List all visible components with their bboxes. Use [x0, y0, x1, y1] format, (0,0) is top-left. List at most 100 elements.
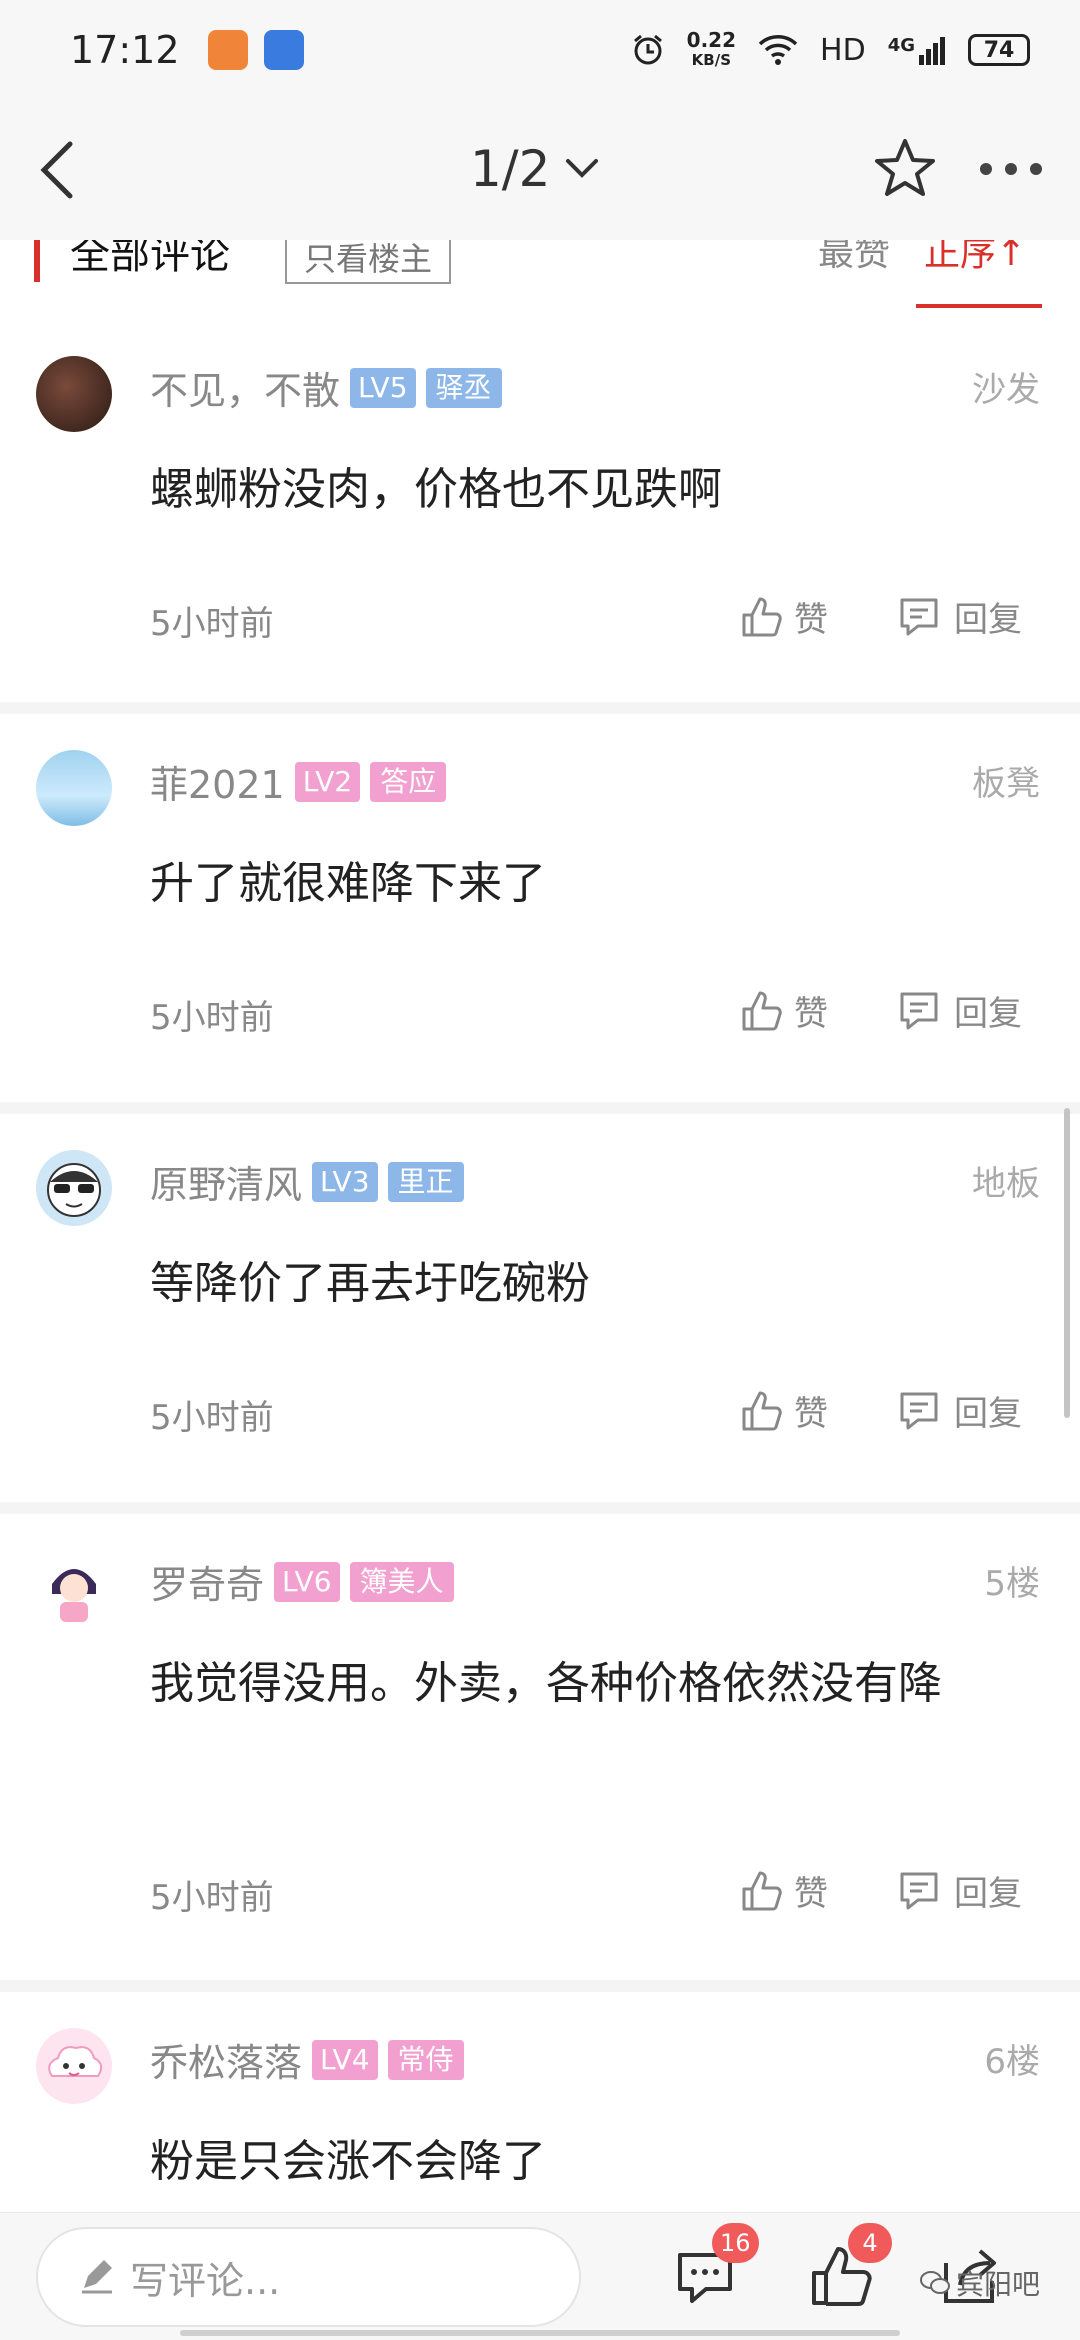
avatar-sunglasses-face: [47, 1163, 101, 1217]
page-selector[interactable]: 1/2: [470, 140, 600, 198]
username[interactable]: 罗奇奇: [150, 1554, 264, 1609]
like-button[interactable]: 赞: [740, 986, 828, 1035]
comment-time: 5小时前: [150, 998, 274, 1038]
floor-label: 6楼: [984, 2042, 1040, 2082]
status-indicators: 0.22 KB/S HD 4G 74: [631, 30, 1030, 70]
notification-app-icon: [263, 30, 304, 70]
alarm-icon: [633, 34, 662, 65]
title-badge: 常侍: [387, 2039, 464, 2080]
like-count-badge: 4: [848, 2223, 892, 2263]
username[interactable]: 乔松落落: [150, 2032, 302, 2087]
comment-text: 粉是只会涨不会降了: [150, 2136, 546, 2187]
favorite-star-icon[interactable]: [872, 136, 938, 202]
active-tab-underline: [916, 304, 1042, 308]
username[interactable]: 不见，不散: [150, 360, 340, 415]
like-button[interactable]: 赞: [740, 1866, 828, 1915]
avatar-girl-cartoon: [52, 1569, 96, 1622]
thumbs-up-icon: [742, 991, 782, 1030]
avatar[interactable]: [36, 2028, 112, 2104]
avatar[interactable]: [36, 1550, 112, 1626]
avatar[interactable]: [36, 750, 112, 826]
avatar[interactable]: [36, 1150, 112, 1226]
comments-button[interactable]: 16: [672, 2223, 759, 2311]
level-badge: LV5: [350, 367, 416, 408]
avatar-cloud-cartoon: [48, 2046, 103, 2077]
username[interactable]: 菲2021: [150, 754, 285, 809]
reply-bubble-icon: [900, 1392, 938, 1429]
like-button[interactable]: 赞: [740, 592, 828, 641]
title-badge: 簿美人: [349, 1561, 454, 1602]
page-indicator: 1/2: [470, 140, 551, 198]
status-time: 17:12: [70, 28, 180, 72]
reply-bubble-icon: [900, 598, 938, 635]
comment-text: 我觉得没用。外卖，各种价格依然没有降: [150, 1658, 942, 1709]
hd-indicator: HD: [820, 32, 866, 68]
network-speed: 0.22 KB/S: [686, 28, 737, 69]
floor-label: 5楼: [984, 1564, 1040, 1604]
pencil-icon: [82, 2260, 112, 2294]
sort-ascending-tab[interactable]: 正序↑: [924, 240, 1026, 276]
reply-button[interactable]: 回复: [896, 1386, 1022, 1435]
reply-button[interactable]: 回复: [896, 986, 1022, 1035]
reply-button[interactable]: 回复: [896, 592, 1022, 641]
level-badge: LV3: [312, 1161, 378, 1202]
comment-time: 5小时前: [150, 604, 274, 644]
comment-user: 菲2021 LV2 答应: [150, 754, 447, 809]
reply-bubble-icon: [900, 1872, 938, 1909]
comment-count-badge: 16: [712, 2223, 759, 2263]
avatar[interactable]: [36, 356, 112, 432]
like-button[interactable]: 赞: [740, 1386, 828, 1435]
comment-time: 5小时前: [150, 1398, 274, 1438]
floor-label: 沙发: [972, 370, 1040, 410]
like-post-button[interactable]: 4: [806, 2223, 892, 2311]
comment-item: 罗奇奇 LV6 簿美人 5楼 我觉得没用。外卖，各种价格依然没有降 5小时前 赞…: [0, 1514, 1080, 1980]
comment-list: 不见，不散 LV5 驿丞 沙发 螺蛳粉没肉，价格也不见跌啊 5小时前 赞 回复 …: [0, 320, 1080, 2264]
level-badge: LV4: [312, 2039, 378, 2080]
section-accent-bar: [34, 240, 40, 282]
top-nav-bar: 1/2: [0, 100, 1080, 240]
level-badge: LV6: [274, 1561, 340, 1602]
reply-bubble-icon: [900, 992, 938, 1029]
floor-label: 地板: [972, 1164, 1040, 1204]
comment-item: 菲2021 LV2 答应 板凳 升了就很难降下来了 5小时前 赞 回复: [0, 714, 1080, 1102]
comment-user: 不见，不散 LV5 驿丞: [150, 360, 502, 415]
battery-indicator: 74: [968, 34, 1030, 66]
thumbs-up-icon: [742, 1871, 782, 1910]
thumbs-up-icon: [742, 597, 782, 636]
comment-text: 升了就很难降下来了: [150, 858, 546, 909]
username[interactable]: 原野清风: [150, 1154, 302, 1209]
comment-time: 5小时前: [150, 1878, 274, 1918]
uc-browser-icon: [207, 30, 248, 70]
write-comment-placeholder: 写评论...: [130, 2258, 281, 2303]
bottom-action-bar: 写评论... 16 4 宾阳吧: [0, 2212, 1080, 2340]
signal-indicator: 4G: [888, 35, 946, 65]
back-arrow-icon[interactable]: [28, 138, 88, 202]
sort-hot-tab[interactable]: 最赞: [818, 240, 890, 276]
comment-text: 等降价了再去圩吃碗粉: [150, 1258, 590, 1309]
comment-tabs: 全部评论 只看楼主 最赞 正序↑: [0, 240, 1080, 320]
comment-user: 罗奇奇 LV6 簿美人: [150, 1554, 454, 1609]
floor-label: 板凳: [972, 764, 1040, 804]
wifi-icon: [758, 35, 798, 65]
more-dots-icon[interactable]: [976, 154, 1046, 184]
comment-user: 原野清风 LV3 里正: [150, 1154, 464, 1209]
level-badge: LV2: [294, 761, 361, 802]
watermark: 宾阳吧: [920, 2263, 1040, 2303]
scrollbar-thumb[interactable]: [1064, 1108, 1070, 1418]
status-bar: 17:12 0.22 KB/S HD 4G 74: [0, 0, 1080, 100]
title-badge: 驿丞: [425, 367, 502, 408]
chevron-down-icon: [566, 159, 599, 178]
wechat-logo-icon: [920, 2271, 950, 2294]
home-indicator: [180, 2330, 900, 2336]
reply-button[interactable]: 回复: [896, 1866, 1022, 1915]
signal-bars-icon: [919, 37, 945, 65]
comment-user: 乔松落落 LV4 常侍: [150, 2032, 464, 2087]
comment-item: 原野清风 LV3 里正 地板 等降价了再去圩吃碗粉 5小时前 赞 回复: [0, 1114, 1080, 1502]
thumbs-up-icon: [742, 1391, 782, 1430]
title-badge: 答应: [370, 761, 447, 802]
comment-item: 不见，不散 LV5 驿丞 沙发 螺蛳粉没肉，价格也不见跌啊 5小时前 赞 回复: [0, 320, 1080, 702]
write-comment-input[interactable]: 写评论...: [36, 2227, 581, 2327]
only-owner-button[interactable]: 只看楼主: [285, 240, 451, 284]
all-comments-title: 全部评论: [70, 240, 230, 278]
title-badge: 里正: [387, 1161, 464, 1202]
